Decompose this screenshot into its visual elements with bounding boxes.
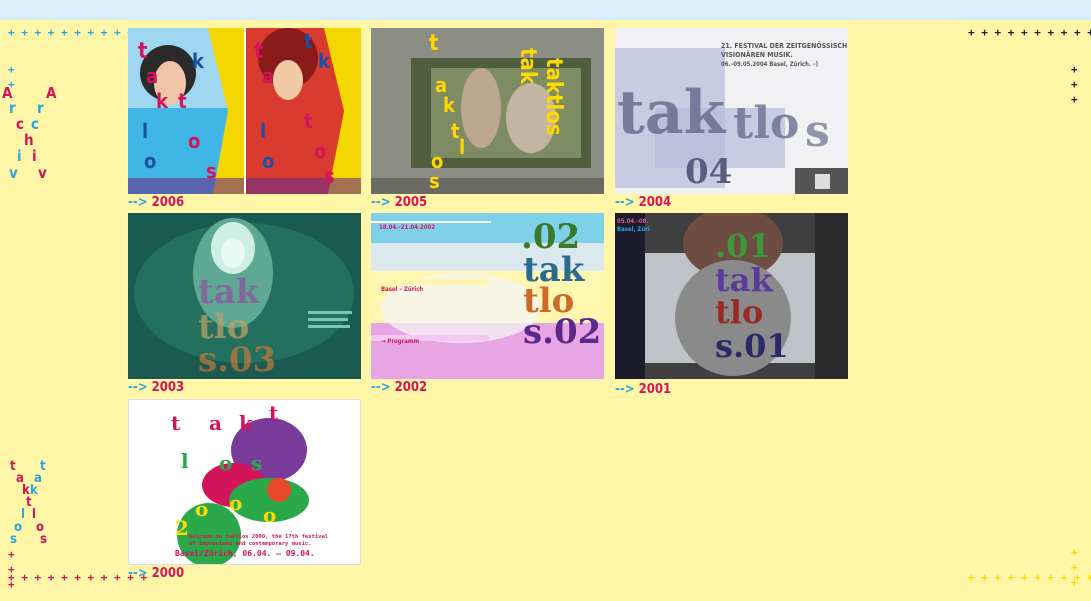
svg-text:s.03: s.03 [198,340,276,379]
svg-text:04: 04 [685,152,732,192]
svg-text:tlo: tlo [733,98,799,149]
svg-text:t: t [254,39,264,64]
svg-text:s.01: s.01 [715,327,789,365]
year-link-2005[interactable]: --> 2005 [371,196,427,210]
svg-text:l: l [459,135,465,159]
svg-text:l: l [142,119,148,143]
svg-text:→ Programm: → Programm [381,338,420,345]
poster-2000-image: t a k t l o s o o o 2 Welcome to taktlos… [129,400,360,564]
svg-text:Basel/Zürich, 06.04. – 09.04.: Basel/Zürich, 06.04. – 09.04. [175,548,315,558]
svg-text:tak: tak [617,78,727,148]
plus-row-bottom-left: + + + + + + + + + + + [8,571,148,584]
svg-text:l: l [181,449,189,473]
plus-row-top-right: + + + + + + + + + + + [968,26,1091,39]
poster-2006-thumbnail[interactable]: t a k l o k t o s t a k t l o t o s [128,28,361,194]
svg-text:21. FESTIVAL DER ZEITGENÖSSISC: 21. FESTIVAL DER ZEITGENÖSSISCH [721,41,847,50]
poster-2003-thumbnail[interactable]: tak tlo s.03 [128,213,361,379]
year-link-2000[interactable]: --> 2000 [128,567,184,581]
svg-text:l: l [260,119,266,143]
poster-2002-thumbnail[interactable]: 18.04.–21.04.2002 Basel – Zürich → Progr… [371,213,604,379]
svg-text:tak: tak [198,272,261,312]
plus-column-top-right: + + + [1071,63,1078,106]
svg-text:t: t [171,411,181,435]
svg-text:18.04.–21.04.2002: 18.04.–21.04.2002 [379,224,435,231]
svg-text:Basel – Zürich: Basel – Zürich [381,286,423,293]
svg-text:o: o [263,503,276,527]
svg-text:t: t [304,109,313,133]
svg-text:05.04.–08.: 05.04.–08. [617,218,648,225]
svg-text:o: o [219,451,232,475]
poster-2001-thumbnail[interactable]: 05.04.–08. Basel, Züri .01 tak tlo s.01 [615,213,848,379]
svg-text:o: o [229,491,242,515]
svg-text:tak: tak [515,48,540,85]
svg-text:VISIONÄREN MUSIK.: VISIONÄREN MUSIK. [721,50,793,59]
poster-2005-thumbnail[interactable]: t a k o s t l taktlos tak [371,28,604,194]
svg-text:t: t [304,29,313,53]
poster-2004-thumbnail[interactable]: tak tlo s 04 21. FESTIVAL DER ZEITGENÖSS… [615,28,848,194]
svg-text:t: t [178,89,187,113]
year-link-2004[interactable]: --> 2004 [615,196,671,210]
svg-text:06.–09.05.2004 Basel, Zürich.: 06.–09.05.2004 Basel, Zürich. –) [721,61,818,68]
plus-row-bottom-right: + + + + + + + + + + + [968,571,1091,584]
year-link-2006[interactable]: --> 2006 [128,196,184,210]
svg-text:k: k [192,49,205,73]
svg-text:o: o [144,149,156,173]
poster-2003-image: tak tlo s.03 [128,213,361,379]
svg-text:o: o [188,129,200,153]
svg-text:Basel, Züri: Basel, Züri [617,226,650,233]
poster-2005-image: t a k o s t l taktlos tak [371,28,604,194]
year-link-2002[interactable]: --> 2002 [371,381,427,395]
poster-2001-image: 05.04.–08. Basel, Züri .01 tak tlo s.01 [615,213,848,379]
svg-text:k: k [156,89,169,113]
plus-row-top-left: + + + + + + + + + + + [8,26,148,39]
svg-text:.01: .01 [715,227,771,265]
svg-text:o: o [262,149,274,173]
svg-text:k: k [318,49,331,73]
svg-text:a: a [146,64,158,88]
top-bar [0,0,1091,20]
year-link-2001[interactable]: --> 2001 [615,383,671,397]
poster-2000-thumbnail[interactable]: t a k t l o s o o o 2 Welcome to taktlos… [128,399,361,565]
svg-text:of improvised and contemporary: of improvised and contemporary music. [189,541,312,547]
svg-text:o: o [314,139,326,163]
poster-2002-image: 18.04.–21.04.2002 Basel – Zürich → Progr… [371,213,604,379]
svg-text:Welcome to taktlos 2000, the 1: Welcome to taktlos 2000, the 17th festiv… [189,534,328,540]
svg-text:s: s [805,106,830,157]
svg-text:taktlos: taktlos [541,58,566,136]
svg-text:2: 2 [175,516,189,540]
svg-text:t: t [269,401,279,425]
svg-text:o: o [195,497,208,521]
poster-2006-image: t a k l o k t o s t a k t l o t o s [128,28,361,194]
svg-text:s: s [324,164,335,188]
svg-text:k: k [239,411,254,435]
svg-text:s: s [206,159,217,183]
svg-text:s.02: s.02 [523,312,601,352]
svg-text:s: s [251,451,262,475]
svg-text:a: a [209,411,222,435]
plus-column-bottom-right: + + + [1071,546,1078,589]
svg-text:tlo: tlo [715,293,763,331]
svg-text:t: t [429,31,439,56]
svg-text:a: a [262,64,274,88]
svg-text:k: k [443,93,456,117]
svg-text:s: s [429,169,440,193]
year-link-2003[interactable]: --> 2003 [128,381,184,395]
poster-2004-image: tak tlo s 04 21. FESTIVAL DER ZEITGENÖSS… [615,28,848,194]
taktlos-logo[interactable]: t t a a k k t l l o o s s [4,460,64,550]
svg-text:t: t [138,39,148,64]
archive-nav-link[interactable]: A A r r c c h i i v v [0,86,60,196]
